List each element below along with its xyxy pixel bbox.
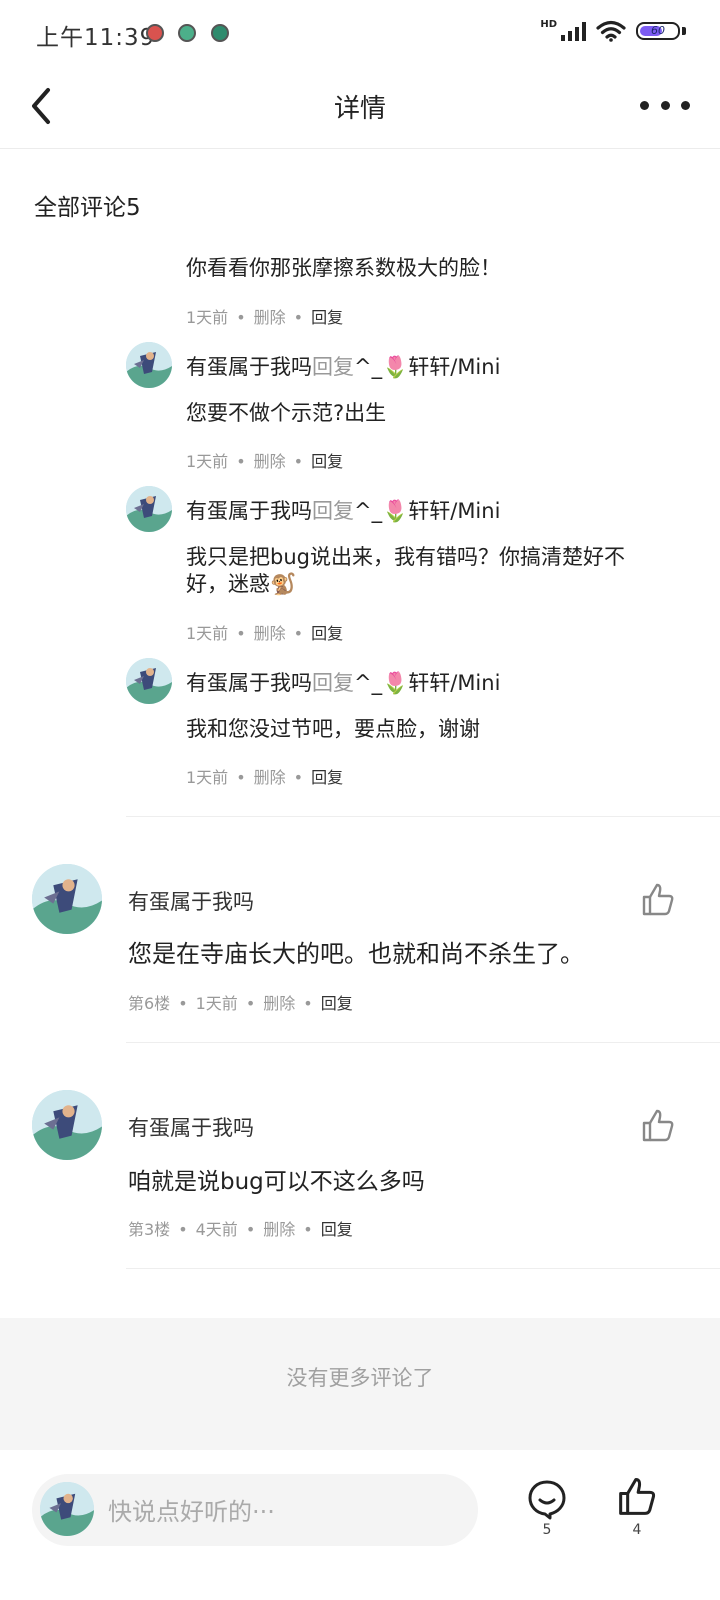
reply-meta: 1天前 • 删除 • 回复 xyxy=(186,768,344,787)
delete-button[interactable]: 删除 xyxy=(254,624,286,643)
reply-button[interactable]: 回复 xyxy=(311,624,343,643)
comment-text: 您是在寺庙长大的吧。也就和尚不杀生了。 xyxy=(128,940,584,968)
reply-text: 我和您没过节吧，要点脸，谢谢 xyxy=(186,717,480,741)
floor-number: 第6楼 xyxy=(128,994,171,1013)
comment-time: 4天前 xyxy=(195,1220,238,1239)
delete-button[interactable]: 删除 xyxy=(263,994,295,1013)
reply-text-line: 好，迷惑🐒 xyxy=(186,572,297,596)
notification-icon xyxy=(211,24,229,42)
avatar xyxy=(40,1482,94,1536)
delete-button[interactable]: 删除 xyxy=(254,768,286,787)
reply-meta: 1天前 • 删除 • 回复 xyxy=(186,308,344,327)
comment-count: 5 xyxy=(542,1522,552,1538)
reply-header: 有蛋属于我吗回复^_🌷轩轩/Mini xyxy=(186,495,500,525)
status-time: 上午11:39 xyxy=(36,25,156,51)
like-count: 4 xyxy=(632,1522,642,1538)
reply-username[interactable]: 有蛋属于我吗 xyxy=(186,671,312,695)
top-nav-bar: 详情 xyxy=(0,66,720,149)
avatar[interactable] xyxy=(126,486,172,532)
reply-button[interactable]: 回复 xyxy=(311,308,343,327)
reply-time: 1天前 xyxy=(186,768,229,787)
divider xyxy=(126,1042,720,1043)
divider xyxy=(126,1268,720,1269)
delete-button[interactable]: 删除 xyxy=(254,452,286,471)
more-options-icon[interactable] xyxy=(640,90,690,120)
floor-number: 第3楼 xyxy=(128,1220,171,1239)
comment-meta: 第6楼 • 1天前 • 删除 • 回复 xyxy=(128,994,353,1013)
avatar[interactable] xyxy=(126,658,172,704)
comment-input-placeholder[interactable]: 快说点好听的··· xyxy=(108,1492,275,1527)
status-icons: HD 60 xyxy=(540,20,686,42)
battery-icon: 60 xyxy=(636,22,680,40)
reply-meta: 1天前 • 删除 • 回复 xyxy=(186,452,344,471)
wifi-icon xyxy=(596,20,626,42)
reply-username[interactable]: 有蛋属于我吗 xyxy=(186,499,312,523)
comment-username[interactable]: 有蛋属于我吗 xyxy=(128,886,254,916)
comment-text: 咱就是说bug可以不这么多吗 xyxy=(128,1169,425,1195)
reply-target-username[interactable]: ^_🌷轩轩/Mini xyxy=(354,355,500,379)
comments-section-title: 全部评论5 xyxy=(34,195,141,221)
delete-button[interactable]: 删除 xyxy=(254,308,286,327)
delete-button[interactable]: 删除 xyxy=(263,1220,295,1239)
reply-header: 有蛋属于我吗回复^_🌷轩轩/Mini xyxy=(186,667,500,697)
network-type-label: HD xyxy=(540,19,557,30)
reply-text-line: 我只是把bug说出来，我有错吗？你搞清楚好不 xyxy=(186,545,625,569)
avatar[interactable] xyxy=(32,864,102,934)
divider xyxy=(126,816,720,817)
reply-meta: 1天前 • 删除 • 回复 xyxy=(186,624,344,643)
thumbs-up-icon[interactable] xyxy=(640,1108,676,1144)
reply-button[interactable]: 回复 xyxy=(321,1220,353,1239)
reply-word: 回复 xyxy=(312,499,354,523)
avatar[interactable] xyxy=(126,342,172,388)
reply-header: 有蛋属于我吗回复^_🌷轩轩/Mini xyxy=(186,351,500,381)
reply-time: 1天前 xyxy=(186,308,229,327)
reply-target-username[interactable]: ^_🌷轩轩/Mini xyxy=(354,671,500,695)
reply-text: 你看看你那张摩擦系数极大的脸！ xyxy=(186,256,501,280)
avatar[interactable] xyxy=(32,1090,102,1160)
reply-username[interactable]: 有蛋属于我吗 xyxy=(186,355,312,379)
battery-level: 60 xyxy=(651,24,665,37)
reply-target-username[interactable]: ^_🌷轩轩/Mini xyxy=(354,499,500,523)
notification-icon xyxy=(146,24,164,42)
comment-time: 1天前 xyxy=(195,994,238,1013)
reply-text: 您要不做个示范?出生 xyxy=(186,401,387,425)
reply-time: 1天前 xyxy=(186,624,229,643)
signal-icon xyxy=(561,21,586,41)
thumbs-up-icon[interactable] xyxy=(616,1476,658,1518)
reply-time: 1天前 xyxy=(186,452,229,471)
no-more-comments-label: 没有更多评论了 xyxy=(286,1366,434,1390)
notification-icon xyxy=(178,24,196,42)
reply-button[interactable]: 回复 xyxy=(311,768,343,787)
comment-bubble-icon[interactable] xyxy=(526,1478,568,1520)
reply-button[interactable]: 回复 xyxy=(311,452,343,471)
comment-meta: 第3楼 • 4天前 • 删除 • 回复 xyxy=(128,1220,353,1239)
status-bar: 上午11:39 HD 60 xyxy=(0,0,720,66)
reply-button[interactable]: 回复 xyxy=(321,994,353,1013)
reply-word: 回复 xyxy=(312,671,354,695)
reply-word: 回复 xyxy=(312,355,354,379)
comment-username[interactable]: 有蛋属于我吗 xyxy=(128,1112,254,1142)
page-title: 详情 xyxy=(333,94,386,124)
thumbs-up-icon[interactable] xyxy=(640,882,676,918)
